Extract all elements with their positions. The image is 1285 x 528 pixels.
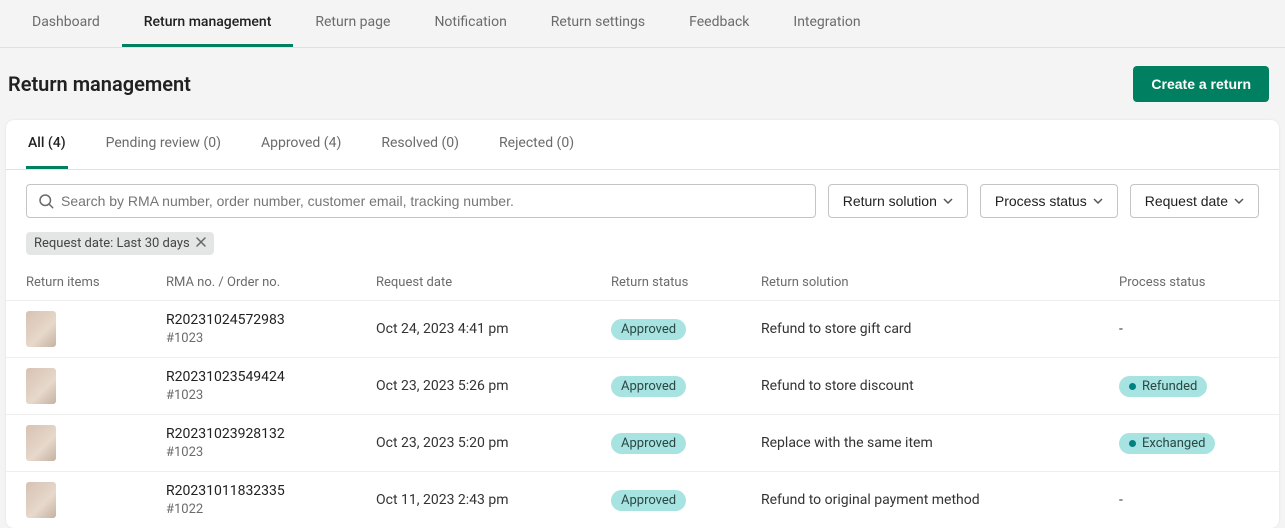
return-solution: Refund to store gift card <box>761 321 1119 337</box>
close-icon[interactable] <box>196 236 206 251</box>
returns-table: Return items RMA no. / Order no. Request… <box>6 265 1279 528</box>
col-request-date: Request date <box>376 275 611 290</box>
rma-number: R20231023549424 <box>166 369 376 385</box>
nav-feedback[interactable]: Feedback <box>667 0 771 47</box>
nav-notification[interactable]: Notification <box>412 0 528 47</box>
caret-down-icon <box>1234 196 1244 206</box>
page-header: Return management Create a return <box>0 48 1285 120</box>
nav-dashboard[interactable]: Dashboard <box>10 0 122 47</box>
order-number: #1023 <box>166 445 376 460</box>
active-filters: Request date: Last 30 days <box>6 228 1279 265</box>
request-date: Oct 23, 2023 5:20 pm <box>376 435 611 451</box>
status-badge: Approved <box>611 319 686 340</box>
table-row[interactable]: R20231011832335 #1022 Oct 11, 2023 2:43 … <box>6 471 1279 528</box>
caret-down-icon <box>1093 196 1103 206</box>
search-input[interactable] <box>55 191 805 211</box>
return-solution: Refund to original payment method <box>761 492 1119 508</box>
filter-label: Request date <box>1145 193 1228 209</box>
order-number: #1023 <box>166 388 376 403</box>
status-badge: Approved <box>611 376 686 397</box>
col-return-status: Return status <box>611 275 761 290</box>
tab-rejected[interactable]: Rejected (0) <box>497 120 576 169</box>
product-thumbnail <box>26 368 56 404</box>
nav-return-settings[interactable]: Return settings <box>529 0 667 47</box>
col-process-status: Process status <box>1119 275 1259 290</box>
filter-label: Process status <box>995 193 1087 209</box>
product-thumbnail <box>26 482 56 518</box>
tab-all[interactable]: All (4) <box>26 120 68 169</box>
process-status: - <box>1119 492 1259 508</box>
request-date: Oct 24, 2023 4:41 pm <box>376 321 611 337</box>
rma-number: R20231011832335 <box>166 483 376 499</box>
request-date: Oct 23, 2023 5:26 pm <box>376 378 611 394</box>
page-title: Return management <box>8 72 191 96</box>
col-rma: RMA no. / Order no. <box>166 275 376 290</box>
process-status: - <box>1119 321 1259 337</box>
tab-pending-review[interactable]: Pending review (0) <box>104 120 223 169</box>
process-status-badge: Refunded <box>1119 376 1207 397</box>
product-thumbnail <box>26 425 56 461</box>
order-number: #1023 <box>166 331 376 346</box>
table-row[interactable]: R20231023928132 #1023 Oct 23, 2023 5:20 … <box>6 414 1279 471</box>
table-row[interactable]: R20231023549424 #1023 Oct 23, 2023 5:26 … <box>6 357 1279 414</box>
status-tabs: All (4) Pending review (0) Approved (4) … <box>6 120 1279 170</box>
col-return-items: Return items <box>26 275 166 290</box>
tab-resolved[interactable]: Resolved (0) <box>379 120 461 169</box>
caret-down-icon <box>943 196 953 206</box>
top-nav: Dashboard Return management Return page … <box>0 0 1285 48</box>
returns-card: All (4) Pending review (0) Approved (4) … <box>6 120 1279 528</box>
return-solution: Replace with the same item <box>761 435 1119 451</box>
nav-integration[interactable]: Integration <box>771 0 882 47</box>
product-thumbnail <box>26 311 56 347</box>
status-badge: Approved <box>611 490 686 511</box>
search-icon <box>37 192 55 210</box>
filter-label: Return solution <box>843 193 937 209</box>
request-date: Oct 11, 2023 2:43 pm <box>376 492 611 508</box>
nav-return-page[interactable]: Return page <box>293 0 412 47</box>
return-solution: Refund to store discount <box>761 378 1119 394</box>
nav-return-management[interactable]: Return management <box>122 0 294 47</box>
process-status-badge: Exchanged <box>1119 433 1215 454</box>
rma-number: R20231024572983 <box>166 312 376 328</box>
filter-chip-request-date: Request date: Last 30 days <box>26 232 214 255</box>
create-return-button[interactable]: Create a return <box>1133 66 1269 102</box>
table-row[interactable]: R20231024572983 #1023 Oct 24, 2023 4:41 … <box>6 300 1279 357</box>
filter-request-date[interactable]: Request date <box>1130 184 1259 218</box>
status-dot-icon <box>1129 440 1136 447</box>
filter-process-status[interactable]: Process status <box>980 184 1118 218</box>
status-dot-icon <box>1129 383 1136 390</box>
filter-return-solution[interactable]: Return solution <box>828 184 968 218</box>
col-return-solution: Return solution <box>761 275 1119 290</box>
search-field[interactable] <box>26 184 816 218</box>
rma-number: R20231023928132 <box>166 426 376 442</box>
tab-approved[interactable]: Approved (4) <box>259 120 343 169</box>
status-badge: Approved <box>611 433 686 454</box>
controls-row: Return solution Process status Request d… <box>6 170 1279 228</box>
chip-label: Request date: Last 30 days <box>34 236 190 251</box>
table-header: Return items RMA no. / Order no. Request… <box>6 265 1279 300</box>
